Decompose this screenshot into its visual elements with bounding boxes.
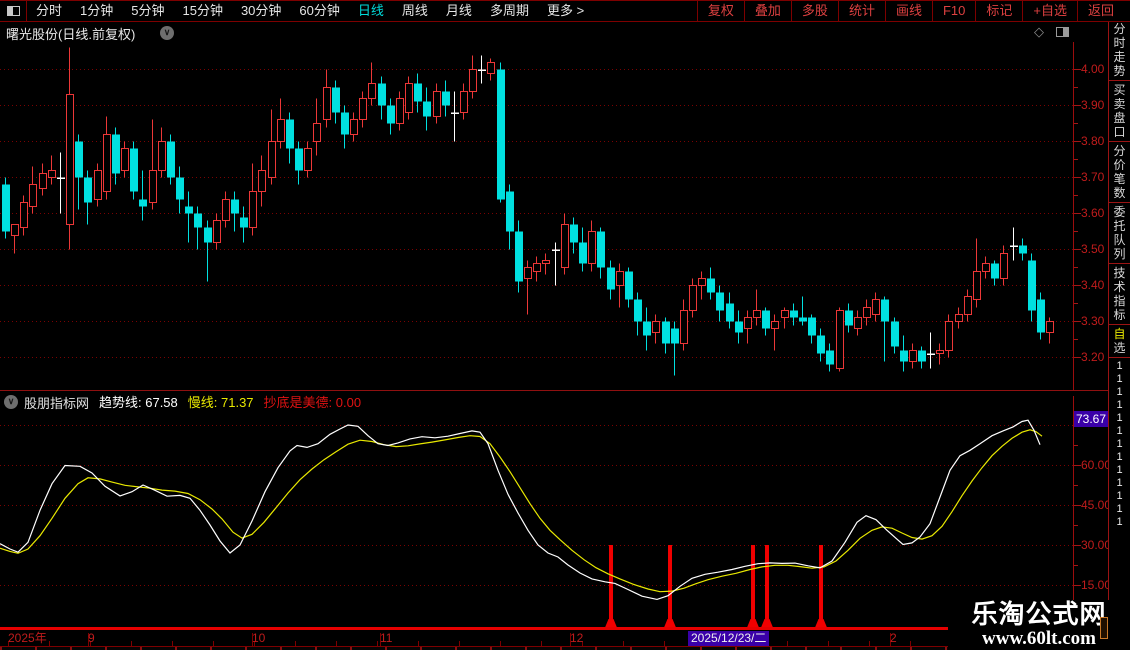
diamond-icon[interactable]: ◇ [1034, 24, 1044, 40]
price-axis-label: 3.60 [1081, 206, 1105, 220]
indicator-axis-label: 30.00 [1081, 538, 1112, 552]
side-tab-分价笔数[interactable]: 分价笔数 [1109, 144, 1130, 200]
menu-item-复权[interactable]: 复权 [696, 1, 744, 21]
period-tab-分时[interactable]: 分时 [27, 1, 71, 21]
price-axis-label: 3.50 [1081, 242, 1105, 256]
period-tab-1分钟[interactable]: 1分钟 [71, 1, 122, 21]
price-axis-label: 4.00 [1081, 62, 1105, 76]
side-tab-技术指标[interactable]: 技术指标 [1109, 266, 1130, 322]
indicator-axis-label: 15.00 [1081, 578, 1112, 592]
indicator-axis-label: 45.00 [1081, 498, 1112, 512]
period-tab-周线[interactable]: 周线 [393, 1, 437, 21]
menu-item-标记[interactable]: 标记 [975, 1, 1022, 21]
timeline-label: 12 [570, 631, 584, 645]
period-tab-更多 >[interactable]: 更多 > [538, 1, 593, 21]
price-axis: 4.00 3.90 3.80 3.70 3.60 3.50 3.40 3.30 3.20 [1073, 42, 1108, 390]
menu-item-F10[interactable]: F10 [931, 1, 975, 21]
period-tab-日线[interactable]: 日线 [349, 1, 393, 21]
period-tab-30分钟[interactable]: 30分钟 [232, 1, 290, 21]
indicator-axis: 60.00 45.00 30.00 15.00 73.67 [1073, 396, 1126, 632]
action-menu: 复权 叠加 多股 统计 画线 F10 标记 +自选 返回 [696, 1, 1130, 21]
menu-item-叠加[interactable]: 叠加 [743, 1, 791, 21]
period-tab-15分钟[interactable]: 15分钟 [173, 1, 231, 21]
menu-item-返回[interactable]: 返回 [1076, 1, 1124, 21]
top-toolbar: 分时 1分钟 5分钟 15分钟 30分钟 60分钟 日线 周线 月线 多周期 更多 > 复权 叠加 多股… [0, 0, 1130, 22]
split-glyph [6, 6, 20, 16]
price-axis-label: 3.40 [1081, 278, 1105, 292]
timeline-label: 10 [252, 631, 266, 645]
indicator-chart[interactable] [0, 396, 1073, 632]
timeline-label: 2025年 [8, 631, 47, 645]
price-axis-label: 3.70 [1081, 170, 1105, 184]
menu-item-统计[interactable]: 统计 [837, 1, 885, 21]
period-tab-多周期[interactable]: 多周期 [481, 1, 538, 21]
menu-item-画线[interactable]: 画线 [884, 1, 932, 21]
panel-toggle-icon[interactable] [1056, 27, 1069, 37]
timeline-label: 11 [380, 631, 393, 645]
indicator-axis-label: 60.00 [1081, 458, 1112, 472]
period-tabs: 分时 1分钟 5分钟 15分钟 30分钟 60分钟 日线 周线 月线 多周期 更多 > [27, 1, 593, 21]
price-axis-label: 3.80 [1081, 134, 1105, 148]
side-tab-买卖盘口[interactable]: 买卖盘口 [1109, 83, 1130, 139]
menu-item-多股[interactable]: 多股 [790, 1, 838, 21]
period-tab-月线[interactable]: 月线 [437, 1, 481, 21]
price-chart[interactable] [0, 42, 1073, 390]
timeline-label: 2025/12/23/二 [688, 631, 770, 646]
menu-item-+自选[interactable]: +自选 [1022, 1, 1077, 21]
period-tab-5分钟[interactable]: 5分钟 [122, 1, 173, 21]
indicator-baseline [0, 627, 948, 630]
period-tab-60分钟[interactable]: 60分钟 [290, 1, 348, 21]
side-tab-分时走势[interactable]: 分时走势 [1109, 22, 1130, 78]
price-axis-label: 3.20 [1081, 350, 1105, 364]
title-bar: 曙光股份(日线.前复权) ∨ ◇ [0, 22, 1130, 42]
scrollbar-thumb[interactable] [1100, 617, 1108, 639]
window-split-icon[interactable] [0, 1, 27, 21]
instrument-title: 曙光股份(日线.前复权) [6, 27, 136, 42]
price-axis-label: 3.30 [1081, 314, 1105, 328]
timeline-label: 9 [88, 631, 95, 645]
right-sidebar-strip[interactable]: 分时走势买卖盘口分价笔数委托队列技术指标自选1111111111111 [1108, 22, 1130, 647]
price-axis-label: 3.90 [1081, 98, 1105, 112]
side-tab-zixuan[interactable]: 自 [1109, 327, 1130, 341]
side-tab-委托队列[interactable]: 委托队列 [1109, 205, 1130, 261]
tdx-chart-window: 分时 1分钟 5分钟 15分钟 30分钟 60分钟 日线 周线 月线 多周期 更多 > 复权 叠加 多股… [0, 0, 1130, 650]
panel-separator [0, 390, 1130, 391]
chevron-down-icon[interactable]: ∨ [160, 26, 174, 40]
timeline-label: 2 [890, 631, 897, 645]
